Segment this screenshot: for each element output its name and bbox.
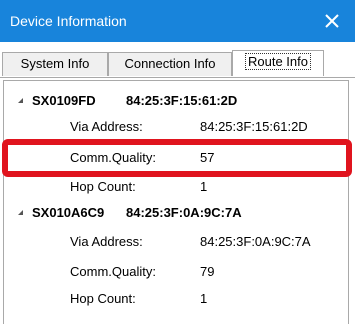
tree-row-comm-quality[interactable]: Comm.Quality: 79 [4, 260, 348, 284]
close-button[interactable] [309, 0, 355, 42]
device-information-window: Device Information System Info Connectio… [0, 0, 355, 324]
tree-row-via-address[interactable]: Via Address: 84:25:3F:15:61:2D [4, 115, 348, 139]
tab-label: System Info [20, 56, 90, 71]
row-key: Comm.Quality: [70, 264, 156, 279]
tab-system-info[interactable]: System Info [2, 52, 108, 76]
tab-label: Route Info [245, 53, 311, 70]
row-value: 1 [200, 291, 208, 306]
tree-row-hop-count[interactable]: Hop Count: 1 [4, 287, 348, 311]
row-key: Hop Count: [70, 291, 136, 306]
row-key: Via Address: [70, 119, 143, 134]
tree-row-comm-quality[interactable]: Comm.Quality: 57 [4, 146, 348, 170]
window-title: Device Information [10, 13, 127, 29]
tab-label: Connection Info [124, 56, 216, 71]
tree-node-device[interactable]: SX010A6C9 84:25:3F:0A:9C:7A [4, 201, 348, 225]
row-value: 1 [200, 179, 208, 194]
expand-arrow-icon[interactable] [18, 210, 23, 215]
tree-row-via-address[interactable]: Via Address: 84:25:3F:0A:9C:7A [4, 230, 348, 254]
row-value: 84:25:3F:0A:9C:7A [200, 234, 311, 249]
device-mac: 84:25:3F:0A:9C:7A [126, 205, 242, 220]
device-id: SX0109FD [32, 93, 96, 108]
device-mac: 84:25:3F:15:61:2D [126, 93, 238, 108]
tree-node-device[interactable]: SX0109FD 84:25:3F:15:61:2D [4, 89, 348, 113]
row-key: Hop Count: [70, 179, 136, 194]
expand-arrow-icon[interactable] [18, 98, 23, 103]
row-value: 84:25:3F:15:61:2D [200, 119, 308, 134]
title-bar[interactable]: Device Information [0, 0, 355, 42]
tree-row-hop-count[interactable]: Hop Count: 1 [4, 175, 348, 199]
close-icon [325, 14, 339, 28]
tab-connection-info[interactable]: Connection Info [108, 52, 232, 76]
device-id: SX010A6C9 [32, 205, 105, 220]
row-value: 79 [200, 264, 215, 279]
tab-route-info[interactable]: Route Info [232, 50, 324, 76]
row-value: 57 [200, 150, 215, 165]
row-key: Via Address: [70, 234, 143, 249]
tab-strip: System Info Connection Info Route Info [0, 42, 355, 78]
row-key: Comm.Quality: [70, 150, 156, 165]
route-tree-view[interactable]: SX0109FD 84:25:3F:15:61:2D Via Address: … [3, 80, 349, 324]
